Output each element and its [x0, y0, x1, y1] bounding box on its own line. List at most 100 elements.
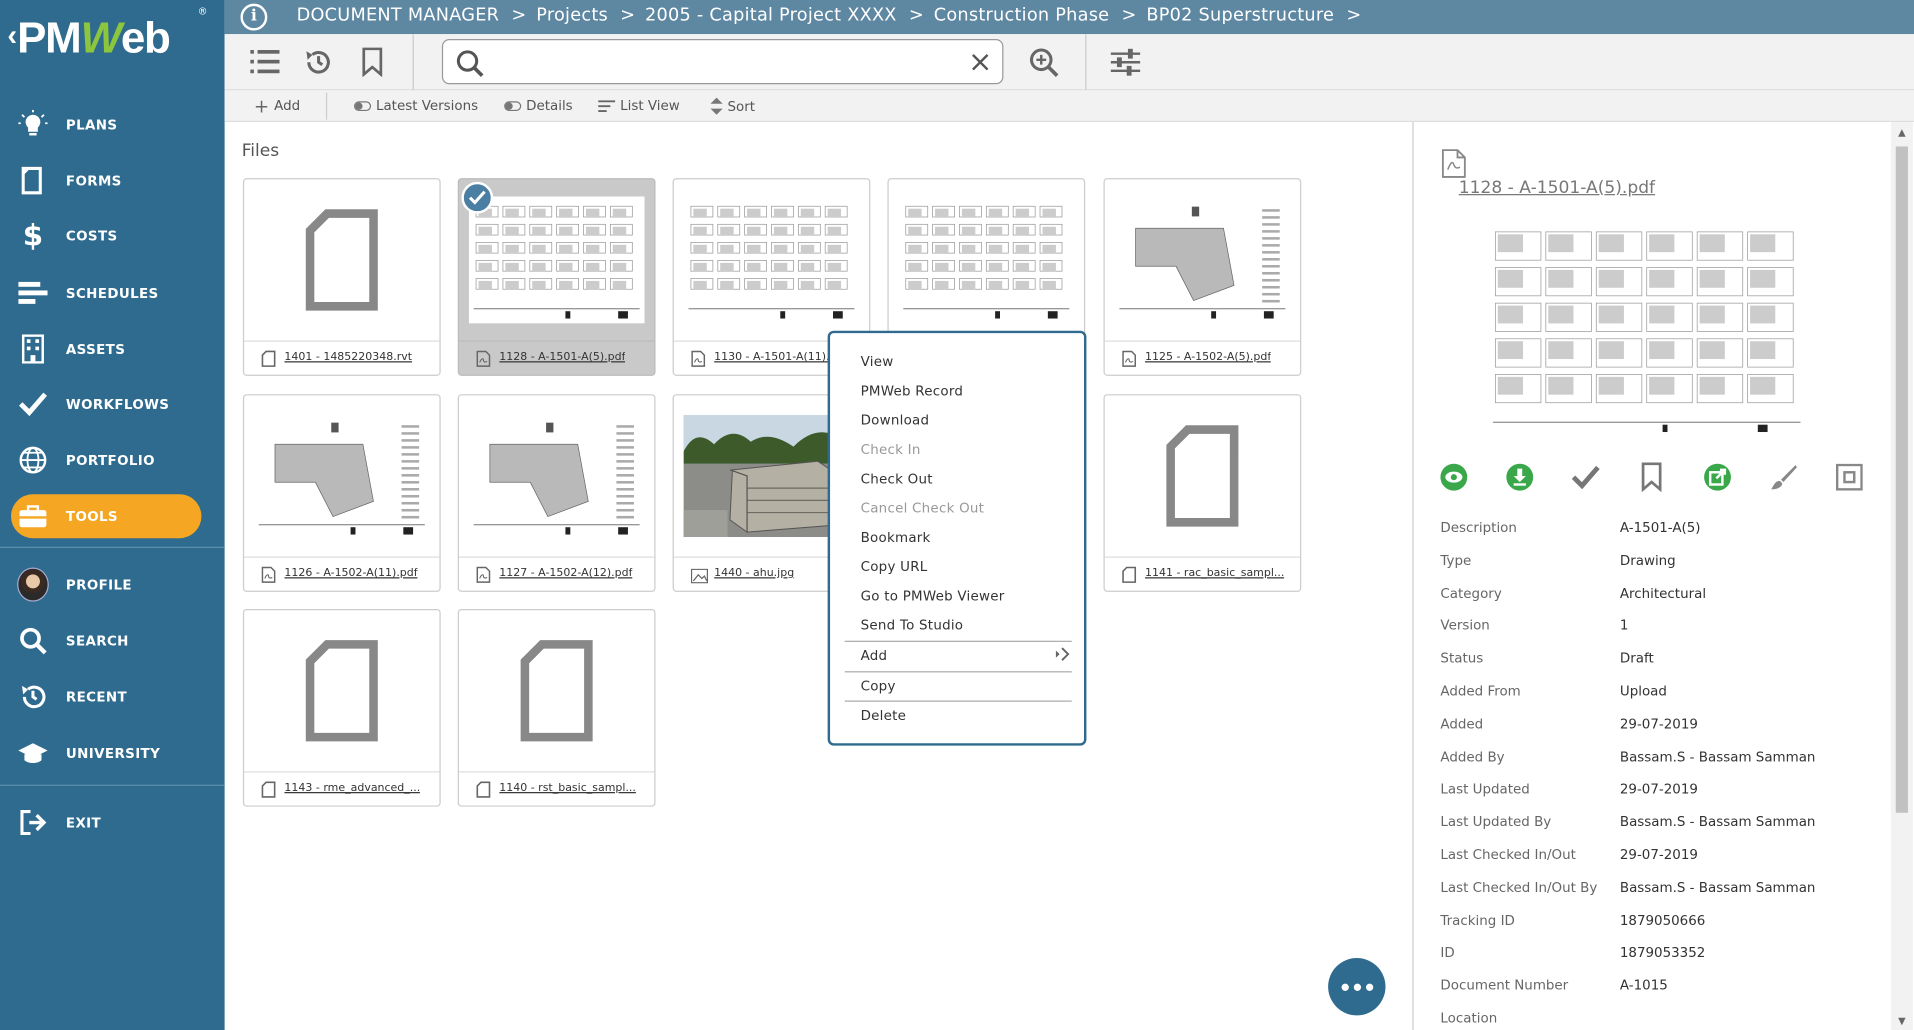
file-name-link[interactable]: 1128 - A-1501-A(5).pdf [499, 351, 625, 363]
list-menu-icon[interactable] [247, 44, 284, 81]
file-card[interactable]: 1143 - rme_advanced_... [242, 608, 441, 807]
menu-item-download[interactable]: Download [861, 412, 930, 428]
file-name-link[interactable]: 1141 - rac_basic_sampl... [1145, 567, 1284, 579]
download-icon[interactable] [1504, 461, 1536, 493]
property-row: Version 1 [1440, 618, 1879, 642]
property-row: Type Drawing [1440, 553, 1879, 577]
menu-item-check-in[interactable]: Check In [861, 442, 921, 458]
files-heading: Files [241, 141, 280, 162]
breadcrumb-item[interactable]: Construction Phase [934, 6, 1110, 26]
briefcase-icon [17, 500, 49, 532]
scroll-thumb[interactable] [1895, 146, 1908, 813]
file-card[interactable]: 1126 - A-1502-A(11).pdf [242, 394, 441, 592]
scroll-down-arrow[interactable]: ▼ [1896, 1015, 1908, 1027]
menu-item-delete[interactable]: Delete [861, 708, 907, 724]
sidebar-item-search[interactable]: SEARCH [0, 616, 225, 665]
sidebar-item-plans[interactable]: PLANS [0, 100, 225, 149]
menu-item-copy[interactable]: Copy [861, 679, 896, 695]
schedule-bars-icon [17, 277, 49, 309]
bookmark-icon[interactable] [354, 44, 391, 81]
zoom-in-icon[interactable] [1025, 44, 1062, 81]
breadcrumb: DOCUMENT MANAGER > Projects >2005 - Capital… [297, 6, 1372, 26]
info-icon[interactable]: i [240, 3, 268, 31]
file-card[interactable]: 1127 - A-1502-A(12).pdf [457, 394, 656, 592]
file-name-link[interactable]: 1440 - ahu.jpg [714, 567, 794, 579]
detail-scrollbar[interactable]: ▲ ▼ [1890, 122, 1913, 1030]
menu-item-send-to-studio[interactable]: Send To Studio [861, 618, 964, 634]
pdf-file-icon [261, 565, 276, 588]
scroll-up-arrow[interactable]: ▲ [1896, 127, 1908, 139]
file-card-footer: 1127 - A-1502-A(12).pdf [458, 556, 655, 591]
sidebar-item-forms[interactable]: FORMS [0, 156, 225, 205]
open-external-icon[interactable] [1702, 461, 1734, 493]
sidebar-item-tools[interactable]: TOOLS [0, 492, 225, 541]
sidebar-item-university[interactable]: UNIVERSITY [0, 729, 225, 778]
breadcrumb-item[interactable]: 2005 - Capital Project XXXX [645, 6, 897, 26]
check-icon[interactable] [1570, 461, 1602, 493]
file-name-link[interactable]: 1125 - A-1502-A(5).pdf [1145, 351, 1271, 363]
menu-item-cancel-check-out[interactable]: Cancel Check Out [861, 500, 985, 516]
pmweb-logo[interactable]: ‹PMWeb ® [0, 0, 225, 90]
details-toggle[interactable]: Details [504, 98, 573, 113]
sidebar-item-portfolio[interactable]: PORTFOLIO [0, 436, 225, 485]
sort-button[interactable]: Sort [710, 97, 755, 115]
file-thumbnail[interactable] [469, 618, 645, 764]
menu-item-view[interactable]: View [861, 354, 894, 370]
menu-item-add[interactable]: Add [861, 648, 888, 664]
sidebar-item-label: FORMS [65, 172, 122, 189]
property-label: Added By [1440, 748, 1505, 765]
file-thumbnail[interactable] [468, 187, 645, 333]
file-thumbnail[interactable] [683, 187, 860, 333]
file-thumbnail[interactable] [1114, 403, 1290, 549]
document-preview[interactable] [1488, 222, 1806, 437]
clear-search-icon[interactable] [970, 52, 990, 72]
sidebar-item-schedules[interactable]: SCHEDULES [0, 268, 225, 317]
sidebar-item-profile[interactable]: PROFILE [0, 560, 225, 609]
view-icon[interactable] [1438, 461, 1470, 493]
menu-item-go-to-pmweb-viewer[interactable]: Go to PMWeb Viewer [861, 588, 1005, 604]
file-name-link[interactable]: 1127 - A-1502-A(12).pdf [499, 567, 632, 579]
file-thumbnail[interactable] [253, 403, 430, 549]
file-thumbnail[interactable] [898, 187, 1075, 333]
file-thumbnail[interactable] [1114, 187, 1291, 333]
menu-item-pmweb-record[interactable]: PMWeb Record [861, 383, 964, 399]
file-name-link[interactable]: 1126 - A-1502-A(11).pdf [284, 567, 417, 579]
file-name-link[interactable]: 1140 - rst_basic_sampl... [499, 782, 636, 794]
sidebar-item-recent[interactable]: RECENT [0, 672, 225, 721]
file-card[interactable]: 1140 - rst_basic_sampl... [457, 608, 656, 807]
selected-file-link[interactable]: 1128 - A-1501-A(5).pdf [1459, 178, 1655, 198]
sidebar-item-label: UNIVERSITY [65, 745, 161, 761]
sidebar-item-workflows[interactable]: WORKFLOWS [0, 380, 225, 429]
search-field[interactable] [441, 39, 1004, 85]
file-card[interactable]: 1125 - A-1502-A(5).pdf [1103, 178, 1302, 376]
filter-settings-icon[interactable] [1107, 44, 1144, 81]
file-thumbnail[interactable] [254, 618, 430, 764]
breadcrumb-item[interactable]: Projects [536, 6, 608, 26]
file-thumbnail[interactable] [468, 403, 645, 549]
file-card[interactable]: 1128 - A-1501-A(5).pdf [457, 178, 656, 376]
menu-item-bookmark[interactable]: Bookmark [861, 530, 931, 546]
sidebar-item-assets[interactable]: ASSETS [0, 325, 225, 374]
latest-versions-toggle[interactable]: Latest Versions [354, 98, 478, 113]
file-thumbnail[interactable] [254, 187, 430, 333]
menu-item-check-out[interactable]: Check Out [861, 471, 933, 487]
breadcrumb-item[interactable]: BP02 Superstructure [1146, 6, 1334, 26]
history-icon[interactable] [300, 44, 337, 81]
selected-check-icon[interactable] [461, 181, 494, 214]
bookmark-icon[interactable] [1636, 461, 1668, 493]
sidebar-item-costs[interactable]: $ COSTS [0, 211, 225, 260]
lightbulb-icon [17, 109, 49, 141]
breadcrumb-item[interactable]: DOCUMENT MANAGER [297, 6, 500, 26]
file-name-link[interactable]: 1401 - 1485220348.rvt [284, 351, 412, 363]
search-input[interactable] [496, 47, 949, 77]
list-view-button[interactable]: List View [598, 98, 680, 113]
sidebar-item-exit[interactable]: EXIT [0, 798, 225, 847]
markup-brush-icon[interactable] [1768, 461, 1800, 493]
crop-icon[interactable] [1833, 461, 1865, 493]
file-name-link[interactable]: 1143 - rme_advanced_... [284, 782, 420, 794]
add-button[interactable]: + Add [254, 96, 300, 114]
file-card[interactable]: 1401 - 1485220348.rvt [242, 178, 441, 376]
file-card[interactable]: 1141 - rac_basic_sampl... [1103, 394, 1302, 592]
more-actions-button[interactable] [1328, 958, 1386, 1016]
menu-item-copy-url[interactable]: Copy URL [861, 559, 928, 575]
